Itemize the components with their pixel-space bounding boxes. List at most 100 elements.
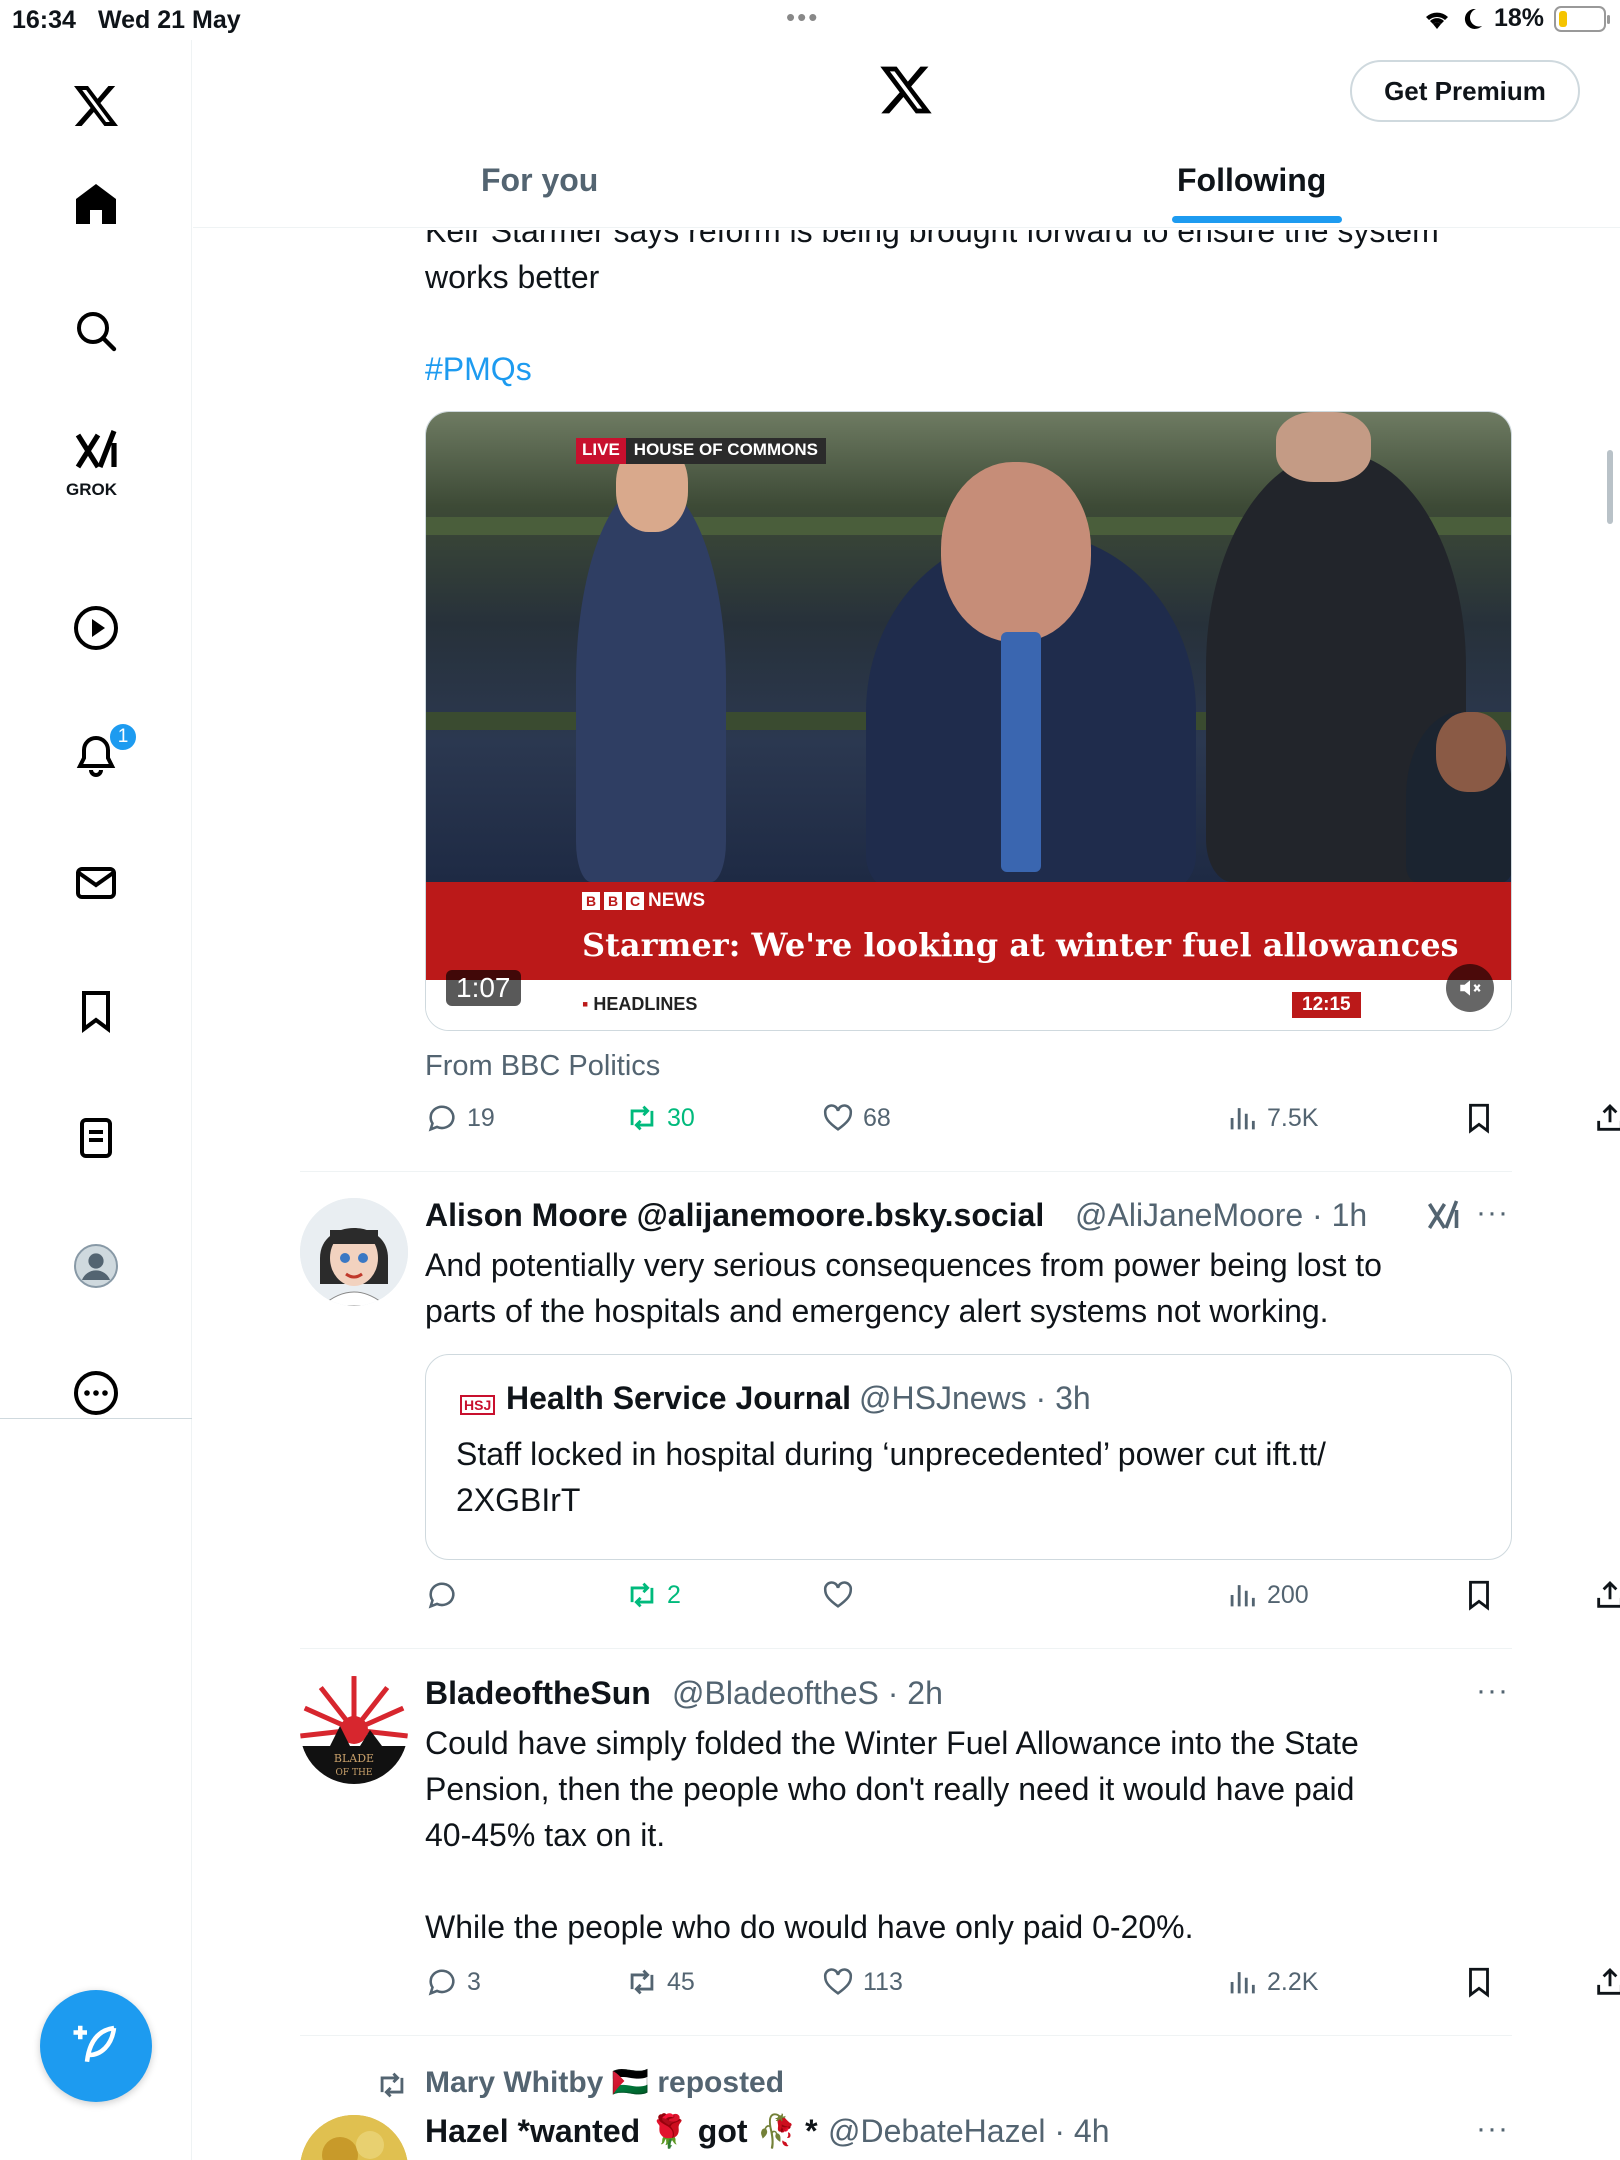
share-icon	[1597, 1967, 1620, 1995]
ticker-label: HEADLINES	[582, 994, 697, 1015]
sidebar: GROK 1	[0, 40, 192, 2160]
news-ticker: HEADLINES 12:15	[426, 980, 1511, 1030]
avatar[interactable]: BLADE OF THE	[300, 1676, 408, 1784]
repost-icon	[630, 1582, 654, 1608]
reply-icon	[428, 1582, 455, 1609]
grok-icon[interactable]	[1425, 1198, 1461, 1234]
bookmark-button[interactable]	[1462, 1101, 1496, 1135]
search-icon[interactable]	[60, 295, 132, 367]
tweet-actions: 19 30 68 7.5K	[425, 1101, 1620, 1145]
bookmark-icon	[1469, 1103, 1489, 1134]
like-button[interactable]: 113	[821, 1965, 903, 1999]
share-button[interactable]	[1593, 1578, 1620, 1612]
tweet-divider	[300, 1648, 1512, 1649]
quoted-text-line: Staff locked in hospital during ‘unprece…	[456, 1436, 1326, 1472]
avatar[interactable]	[300, 1198, 408, 1306]
notification-badge: 1	[108, 722, 138, 752]
hashtag-link[interactable]: #PMQs	[425, 346, 532, 392]
tweet-divider	[300, 2035, 1512, 2036]
bookmark-button[interactable]	[1462, 1578, 1496, 1612]
repost-button[interactable]: 2	[625, 1578, 681, 1612]
repost-count: 2	[667, 1580, 681, 1609]
grok-label: GROK	[66, 480, 117, 499]
bookmark-icon	[1469, 1580, 1489, 1611]
ticker-clock: 12:15	[1292, 992, 1361, 1018]
messages-envelope-icon[interactable]	[60, 847, 132, 919]
mute-button[interactable]	[1446, 964, 1494, 1012]
video-headline: Starmer: We're looking at winter fuel al…	[582, 926, 1459, 964]
repost-count: 45	[667, 1967, 695, 1996]
heart-icon	[823, 1968, 853, 1995]
author-name[interactable]: Hazel *wanted 🌹 got 🥀 *	[425, 2108, 818, 2154]
tab-following[interactable]: Following	[1177, 162, 1326, 199]
reply-button[interactable]	[425, 1578, 467, 1612]
view-count: 7.5K	[1267, 1103, 1319, 1132]
repost-attribution[interactable]: Mary Whitby 🇵🇸 reposted	[425, 2060, 784, 2106]
compose-feather-icon	[73, 2025, 117, 2063]
home-icon[interactable]	[60, 168, 132, 240]
bbc-news-logo: BBC NEWS	[582, 890, 705, 912]
more-options-icon[interactable]: ···	[1476, 1674, 1509, 1708]
tweet-text-line: While the people who do would have only …	[425, 1909, 1194, 1945]
reply-icon	[428, 1105, 455, 1132]
tweet-text-line: 40-45% tax on it.	[425, 1817, 666, 1853]
views-button[interactable]: 200	[1225, 1578, 1309, 1612]
view-count: 2.2K	[1267, 1967, 1319, 1996]
views-button[interactable]: 7.5K	[1225, 1101, 1318, 1135]
reply-count: 19	[467, 1103, 495, 1132]
more-options-icon[interactable]: ···	[1476, 1196, 1509, 1230]
tweet-actions: 3 45 113 2.2K	[425, 1965, 1620, 2009]
repost-icon	[630, 1105, 654, 1131]
video-play-icon[interactable]	[60, 592, 132, 664]
repost-icon	[630, 1969, 654, 1995]
scrollbar-thumb[interactable]	[1607, 450, 1613, 524]
views-chart-icon	[1230, 1972, 1255, 1994]
tweet-text-line: Could have simply folded the Winter Fuel…	[425, 1725, 1359, 1761]
x-logo-icon[interactable]	[878, 62, 934, 123]
get-premium-button[interactable]: Get Premium	[1350, 60, 1580, 122]
author-handle-time[interactable]: @DebateHazel · 4h	[828, 2108, 1110, 2154]
author-name[interactable]: Alison Moore @alijanemoore.bsky.social	[425, 1192, 1044, 1238]
more-options-icon[interactable]: ···	[1476, 2112, 1509, 2146]
news-lower-third: BBC NEWS Starmer: We're looking at winte…	[426, 882, 1511, 980]
bookmark-icon[interactable]	[60, 975, 132, 1047]
tab-for-you[interactable]: For you	[481, 162, 598, 199]
reply-button[interactable]: 19	[425, 1101, 495, 1135]
reply-count: 3	[467, 1967, 481, 1996]
tweet-actions: 2 200	[425, 1578, 1620, 1622]
video-duration: 1:07	[446, 970, 521, 1006]
repost-icon	[380, 2072, 404, 2098]
lists-icon[interactable]	[60, 1102, 132, 1174]
views-button[interactable]: 2.2K	[1225, 1965, 1318, 1999]
video-player[interactable]: LIVE HOUSE OF COMMONS BBC NEWS Starmer: …	[425, 411, 1512, 1031]
network-label: NEWS	[648, 890, 705, 911]
author-handle-time[interactable]: @AliJaneMoore · 1h	[1075, 1192, 1367, 1238]
author-name[interactable]: BladeoftheSun	[425, 1670, 651, 1716]
share-button[interactable]	[1593, 1101, 1620, 1135]
bookmark-button[interactable]	[1462, 1965, 1496, 1999]
grok-icon[interactable]	[60, 415, 132, 487]
timeline: Keir Starmer says reform is being brough…	[193, 0, 1620, 2160]
tweet-text-line: parts of the hospitals and emergency ale…	[425, 1293, 1329, 1329]
status-time: 16:34	[12, 6, 76, 34]
avatar[interactable]	[300, 2115, 408, 2160]
quoted-handle-time: @HSJnews · 3h	[859, 1380, 1091, 1416]
profile-avatar-icon[interactable]	[60, 1230, 132, 1302]
heart-icon	[823, 1581, 853, 1608]
repost-button[interactable]: 45	[625, 1965, 695, 1999]
heart-icon	[823, 1104, 853, 1131]
source-attribution[interactable]: From BBC Politics	[425, 1043, 660, 1089]
hsj-logo: HSJ	[460, 1395, 496, 1415]
quoted-tweet[interactable]: HSJ Health Service Journal @HSJnews · 3h…	[425, 1354, 1512, 1560]
author-handle-time[interactable]: @BladeoftheS · 2h	[672, 1670, 943, 1716]
location-label: HOUSE OF COMMONS	[625, 438, 826, 464]
svg-text:BLADE: BLADE	[334, 1752, 374, 1765]
compose-post-button[interactable]	[40, 1990, 152, 2102]
like-button[interactable]	[821, 1578, 863, 1612]
tweet-text-line: works better	[425, 259, 600, 295]
repost-button[interactable]: 30	[625, 1101, 695, 1135]
x-logo-icon[interactable]	[60, 70, 132, 142]
like-button[interactable]: 68	[821, 1101, 891, 1135]
share-button[interactable]	[1593, 1965, 1620, 1999]
reply-button[interactable]: 3	[425, 1965, 481, 1999]
